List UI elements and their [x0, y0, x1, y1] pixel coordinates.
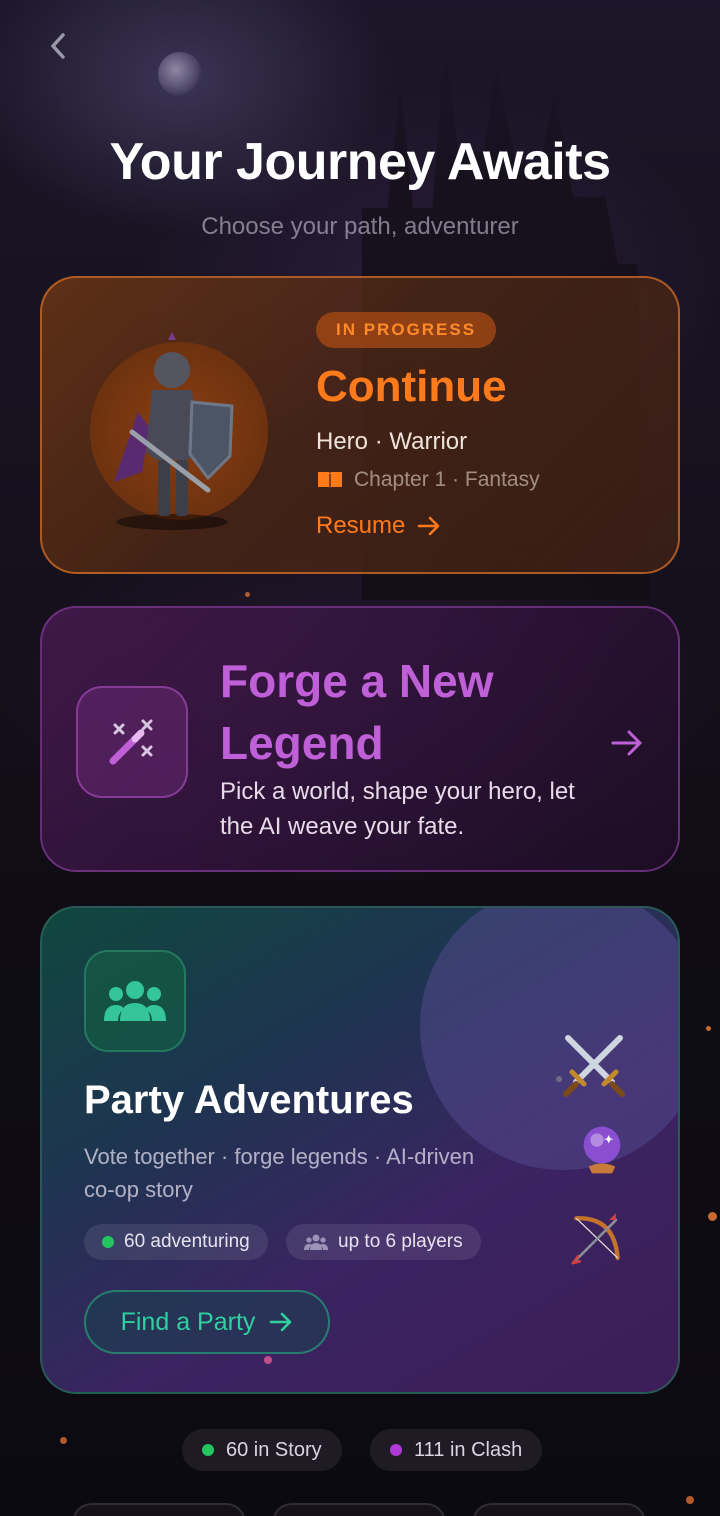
- max-players-chip: up to 6 players: [286, 1224, 481, 1260]
- spark-particle: [60, 1437, 67, 1444]
- moon-decoration: [158, 52, 202, 96]
- bottom-tab[interactable]: [272, 1503, 446, 1516]
- group-people-icon: [104, 981, 166, 1021]
- adventuring-count-chip: 60 adventuring: [84, 1224, 268, 1260]
- spark-particle: [245, 592, 250, 597]
- forge-icon-container: [76, 686, 188, 798]
- story-players-counter: 60 in Story: [182, 1429, 342, 1471]
- find-party-button[interactable]: Find a Party: [84, 1290, 330, 1354]
- forge-title: Forge a New Legend: [220, 655, 494, 769]
- arrow-right-icon: [418, 516, 440, 536]
- party-title: Party Adventures: [84, 1078, 414, 1122]
- hero-class-label: Hero · Warrior: [316, 428, 468, 455]
- spark-particle: [706, 1026, 711, 1031]
- resume-label: Resume: [316, 512, 406, 539]
- resume-link[interactable]: Resume: [316, 512, 441, 540]
- forge-legend-card[interactable]: Forge a New Legend Pick a world, shape y…: [40, 606, 680, 872]
- chapter-label: Chapter 1 · Fantasy: [354, 468, 540, 491]
- counter-label: 111 in Clash: [414, 1438, 523, 1461]
- status-dot: [102, 1236, 114, 1248]
- status-badge: IN PROGRESS: [316, 312, 497, 348]
- people-icon: [304, 1234, 328, 1250]
- warrior-portrait: [114, 332, 234, 530]
- decorative-orb: [420, 908, 678, 1170]
- continue-title: Continue: [316, 362, 507, 411]
- chip-label: 60 adventuring: [124, 1231, 250, 1252]
- crystal-ball-icon: [583, 1126, 621, 1174]
- chip-label: up to 6 players: [338, 1231, 463, 1252]
- status-dot: [202, 1444, 214, 1456]
- chapter-info: Chapter 1 · Fantasy: [316, 468, 540, 492]
- bottom-tab[interactable]: [472, 1503, 646, 1516]
- spark-particle: [686, 1496, 694, 1504]
- counter-label: 60 in Story: [226, 1438, 322, 1461]
- continue-card[interactable]: IN PROGRESS Continue Hero · Warrior Chap…: [40, 276, 680, 574]
- party-adventures-card[interactable]: Party Adventures Vote together · forge l…: [40, 906, 680, 1394]
- arrow-right-icon: [611, 730, 642, 756]
- find-party-label: Find a Party: [120, 1307, 256, 1336]
- bow-and-arrow-icon: [571, 1213, 620, 1265]
- arrow-right-icon: [270, 1312, 292, 1332]
- spark-particle: [556, 1076, 562, 1082]
- status-dot: [390, 1444, 402, 1456]
- forge-description: Pick a world, shape your hero, let the A…: [220, 778, 575, 840]
- crossed-swords-icon: [563, 1035, 625, 1097]
- party-description: Vote together · forge legends · AI-drive…: [84, 1144, 475, 1202]
- chevron-left-icon: [51, 33, 65, 59]
- open-book-icon: [318, 472, 342, 489]
- page-title: Your Journey Awaits: [109, 133, 611, 191]
- spark-particle: [708, 1212, 717, 1221]
- clash-players-counter: 111 in Clash: [370, 1429, 543, 1471]
- magic-wand-icon: [109, 719, 153, 765]
- back-button[interactable]: [40, 28, 76, 64]
- spark-particle: [264, 1356, 272, 1364]
- page-subtitle: Choose your path, adventurer: [201, 213, 519, 240]
- bottom-tab[interactable]: [72, 1503, 246, 1516]
- party-icon-container: [84, 950, 186, 1052]
